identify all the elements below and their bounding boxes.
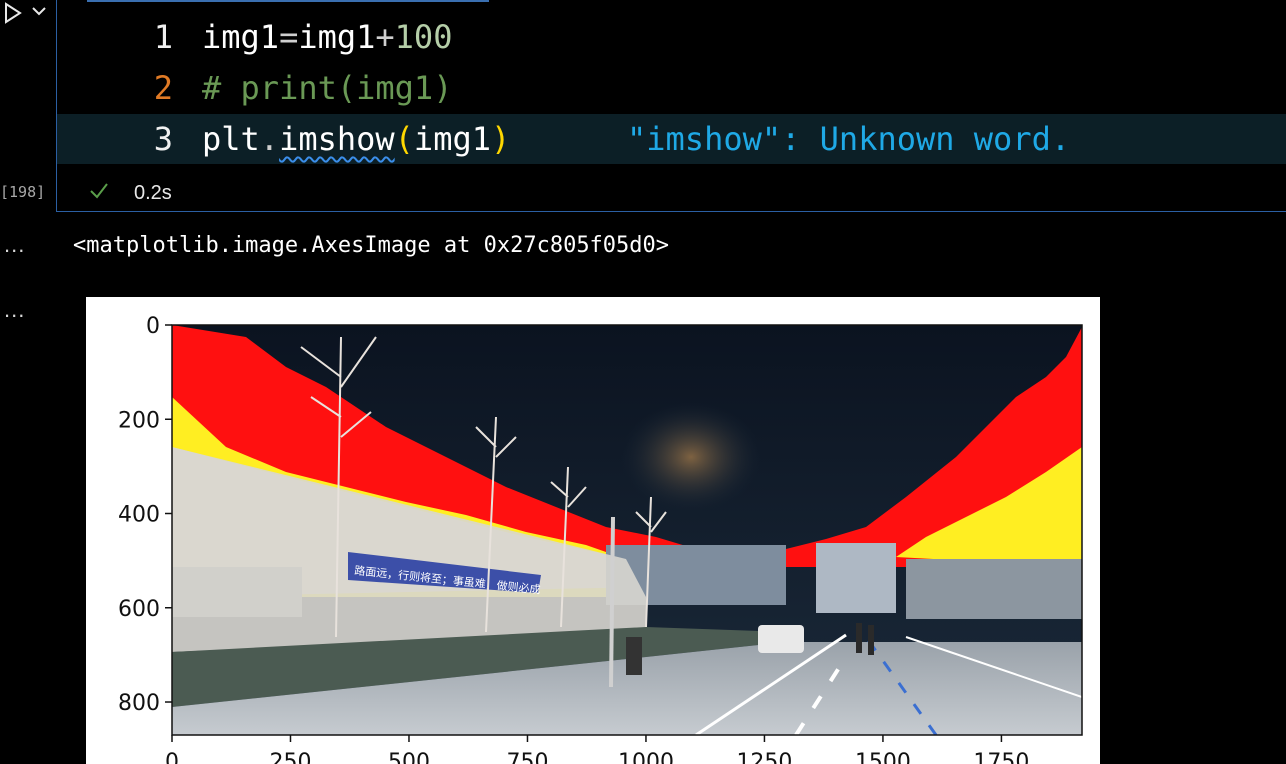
code-text: img1=img1+100 [202,18,452,56]
x-tick-label: 1500 [855,750,911,764]
car [758,625,804,653]
code-token: = [279,18,299,56]
code-line-2[interactable]: 2 # print(img1) [57,63,1286,113]
output-repr: <matplotlib.image.AxesImage at 0x27c805f… [73,233,670,258]
line-number: 1 [153,18,173,56]
code-comment: # print(img1) [202,69,453,107]
code-token: 100 [394,18,453,56]
y-tick-label: 200 [118,408,160,433]
x-tick-label: 0 [165,750,179,764]
plot-figure: 路面远，行则将至；事虽难，做则必成 0 200 400 600 800 0 25… [86,297,1100,764]
x-tick-label: 1250 [736,750,792,764]
code-token: ( [394,120,414,158]
y-tick-label: 0 [146,314,160,339]
code-token: img1 [413,120,491,158]
execution-time: 0.2s [134,182,172,204]
cell-run-controls [0,0,56,30]
x-tick-label: 1750 [973,750,1029,764]
y-tick-label: 400 [118,503,160,528]
y-axis: 0 200 400 600 800 [118,314,172,716]
code-token: + [375,18,395,56]
code-token: plt [202,120,260,158]
x-tick-label: 250 [269,750,311,764]
run-cell-icon[interactable] [2,2,24,24]
y-tick-label: 800 [118,691,160,716]
code-token: . [259,120,280,158]
cell-focus-bar [87,0,489,2]
line-number: 3 [153,120,173,158]
code-token: ) [490,120,511,158]
code-text: plt.imshow(img1) [202,120,510,158]
code-line-3[interactable]: 3 plt.imshow(img1) "imshow": Unknown wor… [57,114,1286,164]
imshow-plot: 路面远，行则将至；事虽难，做则必成 0200400600800 0 250 50… [118,314,1083,764]
x-tick-label: 750 [506,750,548,764]
x-axis: 0 250 500 750 1000 1250 1500 1750 [165,735,1029,764]
execution-count: [198] [0,183,46,201]
inline-diagnostic: "imshow": Unknown word. [627,120,1071,158]
check-icon [90,183,108,199]
code-token: img1 [298,18,376,56]
code-cell[interactable]: 1 img1=img1+100 2 # print(img1) 3 plt.im… [56,0,1286,212]
output-menu-icon[interactable]: ... [4,297,25,323]
chevron-down-icon[interactable] [30,2,48,20]
sun-glow [621,402,761,512]
code-token: img1 [202,18,280,56]
line-number: 2 [153,69,173,107]
spelling-error-token: imshow [279,120,395,158]
x-tick-label: 1000 [618,750,674,764]
image-content: 路面远，行则将至；事虽难，做则必成 [172,325,1082,735]
y-tick-label: 600 [118,597,160,622]
output-menu-icon[interactable]: ... [4,232,25,258]
x-tick-label: 500 [388,750,430,764]
code-line-1[interactable]: 1 img1=img1+100 [57,12,1286,62]
